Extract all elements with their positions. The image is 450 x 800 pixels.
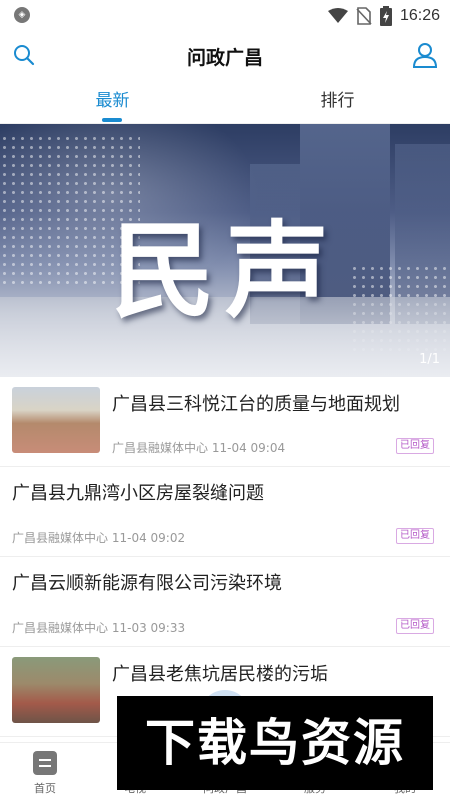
- news-thumbnail: [12, 387, 100, 453]
- list-item[interactable]: 广昌云顺新能源有限公司污染环境 广昌县融媒体中心 11-03 09:33 已回复: [0, 557, 450, 647]
- news-time: 11-03 09:33: [111, 621, 186, 635]
- no-sim-icon: [356, 7, 372, 25]
- news-meta: 广昌县融媒体中心 11-04 09:02: [12, 529, 185, 546]
- status-bar: ◈ 16:26: [0, 0, 450, 32]
- tab-label: 最新: [95, 91, 130, 111]
- news-list: 广昌县三科悦江台的质量与地面规划 广昌县融媒体中心 11-04 09:04 已回…: [0, 377, 450, 737]
- news-source: 广昌县融媒体中心: [112, 441, 209, 455]
- tab-indicator: [102, 118, 122, 122]
- battery-icon: [379, 6, 392, 26]
- status-badge: 已回复: [396, 438, 434, 454]
- news-thumbnail: [12, 657, 100, 723]
- nav-home[interactable]: 首页: [0, 743, 90, 800]
- news-meta: 广昌县融媒体中心 11-03 09:33: [12, 619, 185, 636]
- list-item[interactable]: 广昌县三科悦江台的质量与地面规划 广昌县融媒体中心 11-04 09:04 已回…: [0, 377, 450, 467]
- news-title: 广昌县三科悦江台的质量与地面规划: [112, 394, 400, 415]
- system-icons: 16:26: [327, 5, 440, 27]
- nav-label: 首页: [34, 782, 56, 795]
- watermark: 下载鸟资源: [117, 696, 433, 790]
- news-source: 广昌县融媒体中心: [12, 531, 109, 545]
- banner-pager: 1/1: [419, 352, 440, 367]
- shield-icon: ◈: [14, 7, 30, 23]
- news-time: 11-04 09:04: [211, 441, 286, 455]
- news-title: 广昌县九鼎湾小区房屋裂缝问题: [12, 483, 264, 504]
- news-title: 广昌云顺新能源有限公司污染环境: [12, 573, 282, 594]
- app-header: 问政广昌: [0, 32, 450, 78]
- page-title: 问政广昌: [186, 47, 263, 69]
- news-time: 11-04 09:02: [111, 531, 186, 545]
- tab-ranking[interactable]: 排行: [225, 80, 450, 124]
- list-item[interactable]: 广昌县九鼎湾小区房屋裂缝问题 广昌县融媒体中心 11-04 09:02 已回复: [0, 467, 450, 557]
- clock: 16:26: [399, 7, 440, 24]
- tab-latest[interactable]: 最新: [0, 80, 225, 124]
- tab-label: 排行: [320, 91, 355, 111]
- news-source: 广昌县融媒体中心: [12, 621, 109, 635]
- status-badge: 已回复: [396, 528, 434, 544]
- banner-title: 民声: [110, 209, 339, 332]
- wifi-icon: [327, 8, 348, 23]
- news-meta: 广昌县融媒体中心 11-04 09:04: [112, 439, 285, 456]
- user-icon[interactable]: [412, 42, 438, 68]
- banner[interactable]: 民声 1/1: [0, 124, 450, 377]
- tab-bar: 最新 排行: [0, 80, 450, 124]
- news-title: 广昌县老焦坑居民楼的污垢: [112, 664, 328, 685]
- status-badge: 已回复: [396, 618, 434, 634]
- home-icon: [33, 751, 57, 775]
